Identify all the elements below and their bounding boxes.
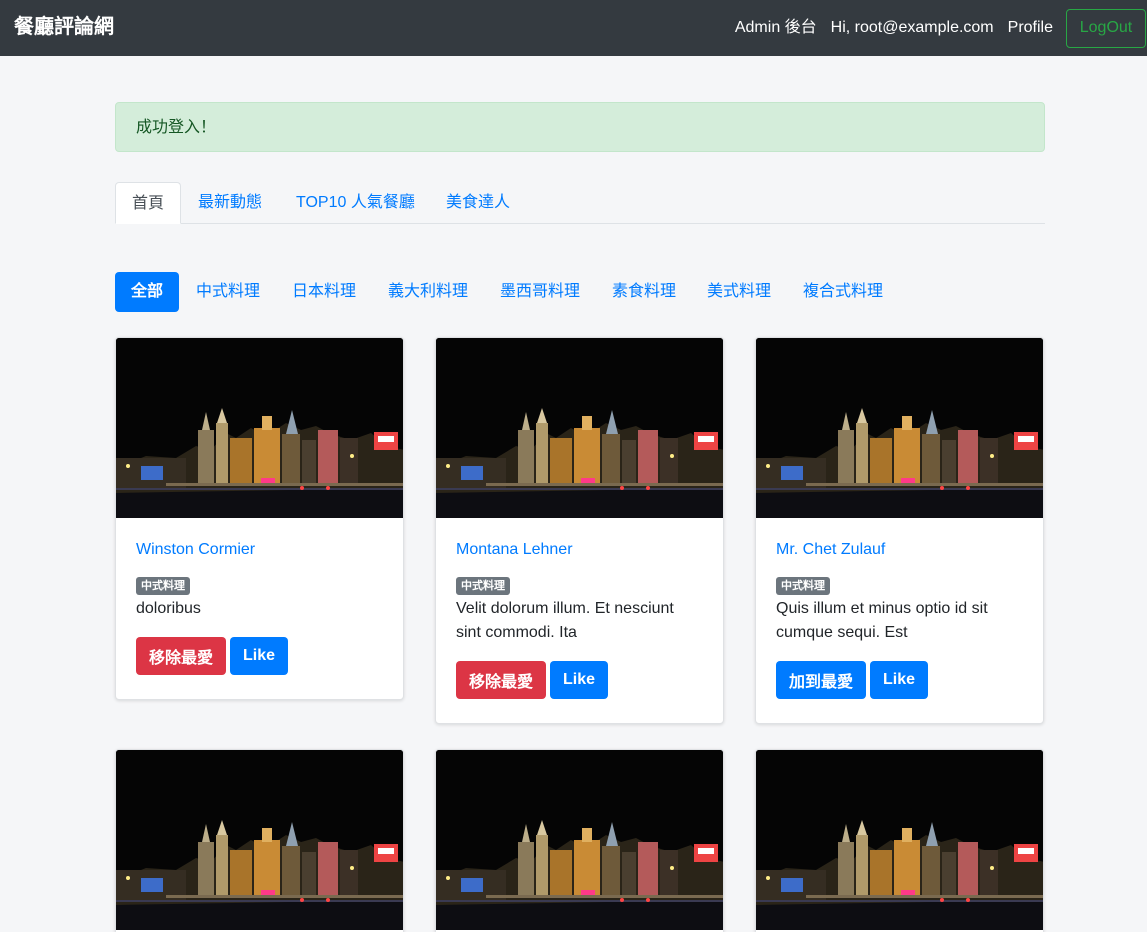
category-badge: 中式料理 [136, 577, 190, 595]
restaurant-description: doloribus [136, 600, 201, 617]
brand-logo[interactable]: 餐廳評論網 [14, 14, 114, 40]
admin-link[interactable]: Admin 後台 [735, 17, 817, 39]
category-vegetarian[interactable]: 素食料理 [612, 272, 676, 312]
restaurant-name-link[interactable]: Winston Cormier [136, 538, 383, 562]
category-nav: 全部 中式料理 日本料理 義大利料理 墨西哥料理 素食料理 美式料理 複合式料理 [115, 272, 1045, 312]
restaurant-card [435, 749, 724, 932]
restaurant-card [115, 749, 404, 932]
tab-home[interactable]: 首頁 [115, 182, 181, 224]
restaurant-image[interactable] [116, 338, 403, 518]
remove-favorite-button[interactable]: 移除最愛 [456, 661, 547, 699]
restaurant-card [755, 749, 1044, 932]
like-button[interactable]: Like [230, 637, 289, 675]
tab-top10[interactable]: TOP10 人氣餐廳 [296, 182, 415, 224]
card-actions: 移除最愛 Like [136, 637, 383, 675]
success-alert: 成功登入！ [115, 102, 1045, 152]
remove-favorite-button[interactable]: 移除最愛 [136, 637, 227, 675]
tab-feeds[interactable]: 最新動態 [198, 182, 262, 224]
category-badge: 中式料理 [456, 577, 510, 595]
category-badge: 中式料理 [776, 577, 830, 595]
category-all[interactable]: 全部 [115, 272, 179, 312]
restaurant-image[interactable] [116, 750, 403, 930]
restaurant-description: Velit dolorum illum. Et nesciunt sint co… [456, 600, 674, 641]
restaurant-image[interactable] [756, 338, 1043, 518]
category-japanese[interactable]: 日本料理 [292, 272, 356, 312]
card-actions: 移除最愛 Like [456, 661, 703, 699]
category-chinese[interactable]: 中式料理 [196, 272, 260, 312]
restaurant-description: Quis illum et minus optio id sit cumque … [776, 600, 988, 641]
restaurant-card: Winston Cormier 中式料理 doloribus 移除最愛 Like [115, 337, 404, 700]
tab-foodies[interactable]: 美食達人 [446, 182, 510, 224]
category-italian[interactable]: 義大利料理 [388, 272, 468, 312]
category-mexican[interactable]: 墨西哥料理 [500, 272, 580, 312]
restaurant-image[interactable] [756, 750, 1043, 930]
navbar-right: Admin 後台 Hi, root@example.com Profile Lo… [735, 0, 1147, 56]
restaurant-card: Montana Lehner 中式料理 Velit dolorum illum.… [435, 337, 724, 724]
logout-button[interactable]: LogOut [1066, 8, 1146, 48]
like-button[interactable]: Like [550, 661, 609, 699]
restaurant-image[interactable] [436, 338, 723, 518]
user-greeting: Hi, root@example.com [830, 19, 994, 36]
restaurant-image[interactable] [436, 750, 723, 930]
profile-link[interactable]: Profile [1008, 17, 1053, 39]
top-navbar: 餐廳評論網 Admin 後台 Hi, root@example.com Prof… [0, 0, 1147, 56]
restaurant-card: Mr. Chet Zulauf 中式料理 Quis illum et minus… [755, 337, 1044, 724]
main-tabs: 首頁 最新動態 TOP10 人氣餐廳 美食達人 [115, 182, 1045, 224]
restaurant-name-link[interactable]: Mr. Chet Zulauf [776, 538, 1023, 562]
restaurant-name-link[interactable]: Montana Lehner [456, 538, 703, 562]
like-button[interactable]: Like [870, 661, 929, 699]
category-fusion[interactable]: 複合式料理 [803, 272, 883, 312]
add-favorite-button[interactable]: 加到最愛 [776, 661, 867, 699]
card-actions: 加到最愛 Like [776, 661, 1023, 699]
category-american[interactable]: 美式料理 [707, 272, 771, 312]
